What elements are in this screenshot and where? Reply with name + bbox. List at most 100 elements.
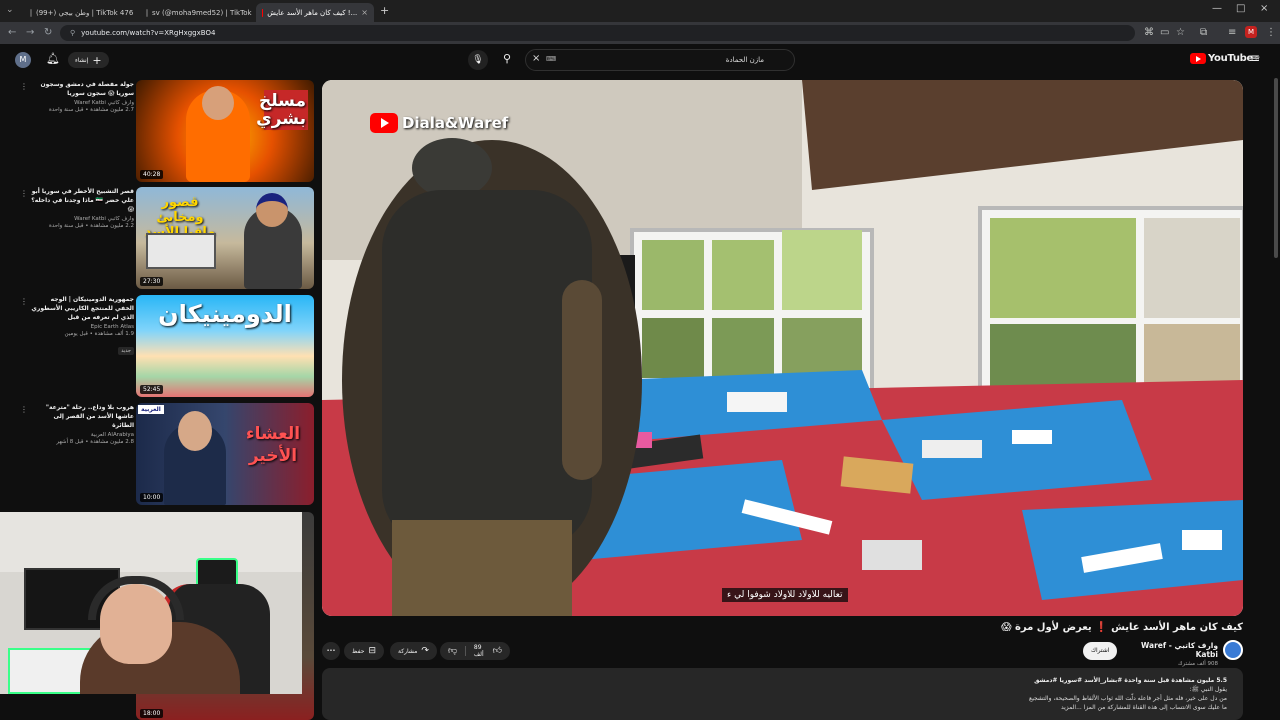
more-options-icon[interactable]: ⋮ bbox=[20, 297, 28, 306]
tab-label: كيف كان ماهر الأسد عايش !... bbox=[267, 8, 358, 17]
notifications-bell-icon[interactable]: 🔔︎ bbox=[46, 52, 60, 65]
video-frame bbox=[322, 80, 1243, 616]
save-button[interactable]: حفظ ⊟ bbox=[344, 642, 384, 660]
clear-search-icon[interactable]: × bbox=[532, 53, 540, 64]
description-stats: 5.5 مليون مشاهدة قبل سنة واحدة #بشار_الأ… bbox=[1034, 677, 1227, 684]
youtube-logo-icon bbox=[1190, 53, 1206, 64]
like-divider bbox=[465, 646, 466, 656]
thumbnail-text: العشاء الأخير bbox=[245, 424, 301, 466]
video-title: كيف كان ماهر الأسد عايش ❗ يعرض لأول مرة … bbox=[1001, 622, 1243, 633]
translate-icon[interactable]: ⌘ bbox=[1144, 27, 1154, 38]
menu-kebab-icon[interactable]: ⋮ bbox=[1266, 27, 1276, 38]
create-button[interactable]: إنشاء + bbox=[68, 52, 109, 68]
video-player[interactable]: Diala&Waref تعاليه للاولاد للاولاد شوفوا… bbox=[322, 80, 1243, 616]
tiktok-icon bbox=[146, 8, 148, 17]
more-options-icon[interactable]: ⋮ bbox=[20, 405, 28, 414]
channel-name[interactable]: AlArabiya العربية bbox=[30, 432, 134, 438]
new-badge: جديد bbox=[118, 347, 134, 355]
recommendation-item[interactable]: قصور ومخابئ مافيا الأسد 27:30 قصر التشبي… bbox=[0, 187, 316, 289]
like-button[interactable]: 👎︎ 89 ألف 👍︎ bbox=[440, 642, 510, 660]
search-button[interactable]: ⚲ bbox=[503, 52, 511, 65]
youtube-logo-text: YouTube bbox=[1208, 53, 1253, 64]
hamburger-menu-icon[interactable]: ≡ bbox=[1250, 51, 1260, 65]
url-text: youtube.com/watch?v=XRgHxggxBO4 bbox=[81, 29, 216, 37]
reload-icon[interactable]: ↻ bbox=[44, 27, 52, 38]
browser-tab-bar: ⌄ (99+) وطن بيجي | TikTok 476 × sv (@moh… bbox=[0, 0, 1280, 22]
webcam-shelf bbox=[0, 512, 302, 572]
channel-name[interactable]: وارف كاتبي - Waref Katbi bbox=[1120, 641, 1218, 659]
media-icon[interactable]: ≡ bbox=[1228, 27, 1236, 38]
youtube-logo-icon bbox=[370, 113, 398, 133]
recommendation-item[interactable]: الدومينيكان 52:45 جمهورية الدومينيكان | … bbox=[0, 295, 316, 397]
new-tab-icon[interactable]: + bbox=[380, 4, 389, 17]
video-title[interactable]: هروب بلا وداع.. رحلة "مترعة" عاشها الأسد… bbox=[30, 403, 134, 430]
video-title[interactable]: قصر التشبيح الأخطر في سوريا أبو علي خضر … bbox=[30, 187, 134, 214]
channel-logo-badge: العربية bbox=[138, 405, 164, 414]
video-meta: جمهورية الدومينيكان | الوجه الخفي للمنتج… bbox=[30, 295, 134, 356]
profile-icon[interactable]: M bbox=[1245, 26, 1257, 38]
video-thumbnail[interactable]: قصور ومخابئ مافيا الأسد 27:30 bbox=[136, 187, 314, 289]
more-actions-button[interactable]: ••• bbox=[322, 642, 340, 660]
thumbnail-head bbox=[202, 86, 234, 120]
bookmark-star-icon[interactable]: ☆ bbox=[1176, 27, 1185, 38]
browser-tab-2[interactable]: sv (@moha9med52) | TikTok × bbox=[140, 3, 252, 22]
video-thumbnail[interactable]: العربية العشاء الأخير 10:00 bbox=[136, 403, 314, 505]
description-text: 5.5 مليون مشاهدة قبل سنة واحدة #بشار_الأ… bbox=[627, 676, 1227, 712]
view-count: 1.9 ألف مشاهدة • قبل يومين bbox=[64, 331, 134, 337]
share-button[interactable]: مشاركة ↷ bbox=[390, 642, 437, 660]
site-info-icon[interactable]: ⚲ bbox=[70, 29, 75, 37]
keyboard-icon[interactable]: ⌨ bbox=[546, 55, 556, 63]
extensions-icon[interactable]: ⧉ bbox=[1200, 27, 1207, 38]
thumbnail-house bbox=[146, 233, 216, 269]
video-thumbnail[interactable]: الدومينيكان 52:45 bbox=[136, 295, 314, 397]
video-thumbnail[interactable]: مسلخ بشري 40:28 bbox=[136, 80, 314, 182]
forward-icon[interactable]: → bbox=[26, 27, 34, 38]
subscribe-button[interactable]: اشتراك bbox=[1083, 642, 1118, 660]
cast-icon[interactable]: ▭ bbox=[1160, 27, 1169, 38]
avatar[interactable]: M bbox=[15, 52, 31, 68]
view-count: 2.8 مليون مشاهدة • قبل 8 أشهر bbox=[56, 439, 134, 445]
channel-name[interactable]: وارف كاتبي Waref Katbi bbox=[30, 216, 134, 222]
voice-search-icon[interactable]: 🎙︎ bbox=[468, 50, 488, 70]
share-label: مشاركة bbox=[398, 647, 418, 655]
tiktok-icon bbox=[30, 8, 32, 17]
video-duration: 18:00 bbox=[140, 709, 164, 718]
description-line: ما عليك سوى الانتساب إلى هذه القناة للمش… bbox=[1060, 704, 1227, 711]
more-options-icon[interactable]: ⋮ bbox=[20, 82, 28, 91]
webcam-face bbox=[100, 584, 172, 664]
search-input[interactable]: × ⌨ مازن الحمادة bbox=[525, 49, 795, 71]
description-box[interactable]: 5.5 مليون مشاهدة قبل سنة واحدة #بشار_الأ… bbox=[322, 668, 1243, 720]
page-scrollbar[interactable] bbox=[1274, 78, 1278, 258]
avatar-letter: M bbox=[19, 55, 27, 64]
more-options-icon[interactable]: ⋮ bbox=[20, 189, 28, 198]
dislike-icon[interactable]: 👎︎ bbox=[448, 646, 457, 656]
channel-avatar[interactable] bbox=[1223, 640, 1243, 660]
share-icon: ↷ bbox=[421, 646, 429, 656]
subscribe-label: اشتراك bbox=[1091, 647, 1110, 654]
browser-tab-1[interactable]: (99+) وطن بيجي | TikTok 476 × bbox=[24, 3, 136, 22]
maximize-icon[interactable]: □ bbox=[1236, 3, 1245, 14]
watermark-text: Diala&Waref bbox=[402, 114, 509, 132]
channel-name[interactable]: وارف كاتبي Waref Katbi bbox=[30, 100, 134, 106]
recommendation-item[interactable]: مسلخ بشري 40:28 جولة مفصلة في دمشق وسجون… bbox=[0, 80, 316, 182]
youtube-header: M 🔔︎ إنشاء + 🎙︎ ⚲ × ⌨ مازن الحمادة YouTu… bbox=[0, 44, 1280, 76]
channel-name[interactable]: Epic Earth Atlas bbox=[30, 324, 134, 330]
video-duration: 40:28 bbox=[140, 170, 164, 179]
view-count: 2.2 مليون مشاهدة • قبل سنة واحدة bbox=[48, 223, 134, 229]
close-window-icon[interactable]: × bbox=[1260, 3, 1268, 14]
back-icon[interactable]: ← bbox=[8, 27, 16, 38]
channel-info: وارف كاتبي - Waref Katbi 908 ألف مشترك bbox=[1120, 641, 1218, 667]
video-title[interactable]: جولة مفصلة في دمشق وسجون سوريا 😱 سجون سو… bbox=[30, 80, 134, 98]
browser-tab-3[interactable]: كيف كان ماهر الأسد عايش !... × bbox=[256, 3, 374, 22]
minimize-icon[interactable]: — bbox=[1212, 3, 1222, 14]
address-bar[interactable]: ⚲ youtube.com/watch?v=XRgHxggxBO4 bbox=[60, 25, 1135, 41]
close-icon[interactable]: × bbox=[361, 8, 368, 17]
video-meta: قصر التشبيح الأخطر في سوريا أبو علي خضر … bbox=[30, 187, 134, 229]
tab-search-icon[interactable]: ⌄ bbox=[6, 5, 14, 15]
video-subtitle: تعاليه للاولاد للاولاد شوفوا لي ء bbox=[722, 588, 848, 602]
video-duration: 10:00 bbox=[140, 493, 164, 502]
thumbnail-head bbox=[178, 411, 212, 451]
thumbnail-text: الدومينيكان bbox=[158, 300, 292, 328]
video-title[interactable]: جمهورية الدومينيكان | الوجه الخفي للمنتج… bbox=[30, 295, 134, 322]
recommendation-item[interactable]: العربية العشاء الأخير 10:00 هروب بلا ودا… bbox=[0, 403, 316, 505]
